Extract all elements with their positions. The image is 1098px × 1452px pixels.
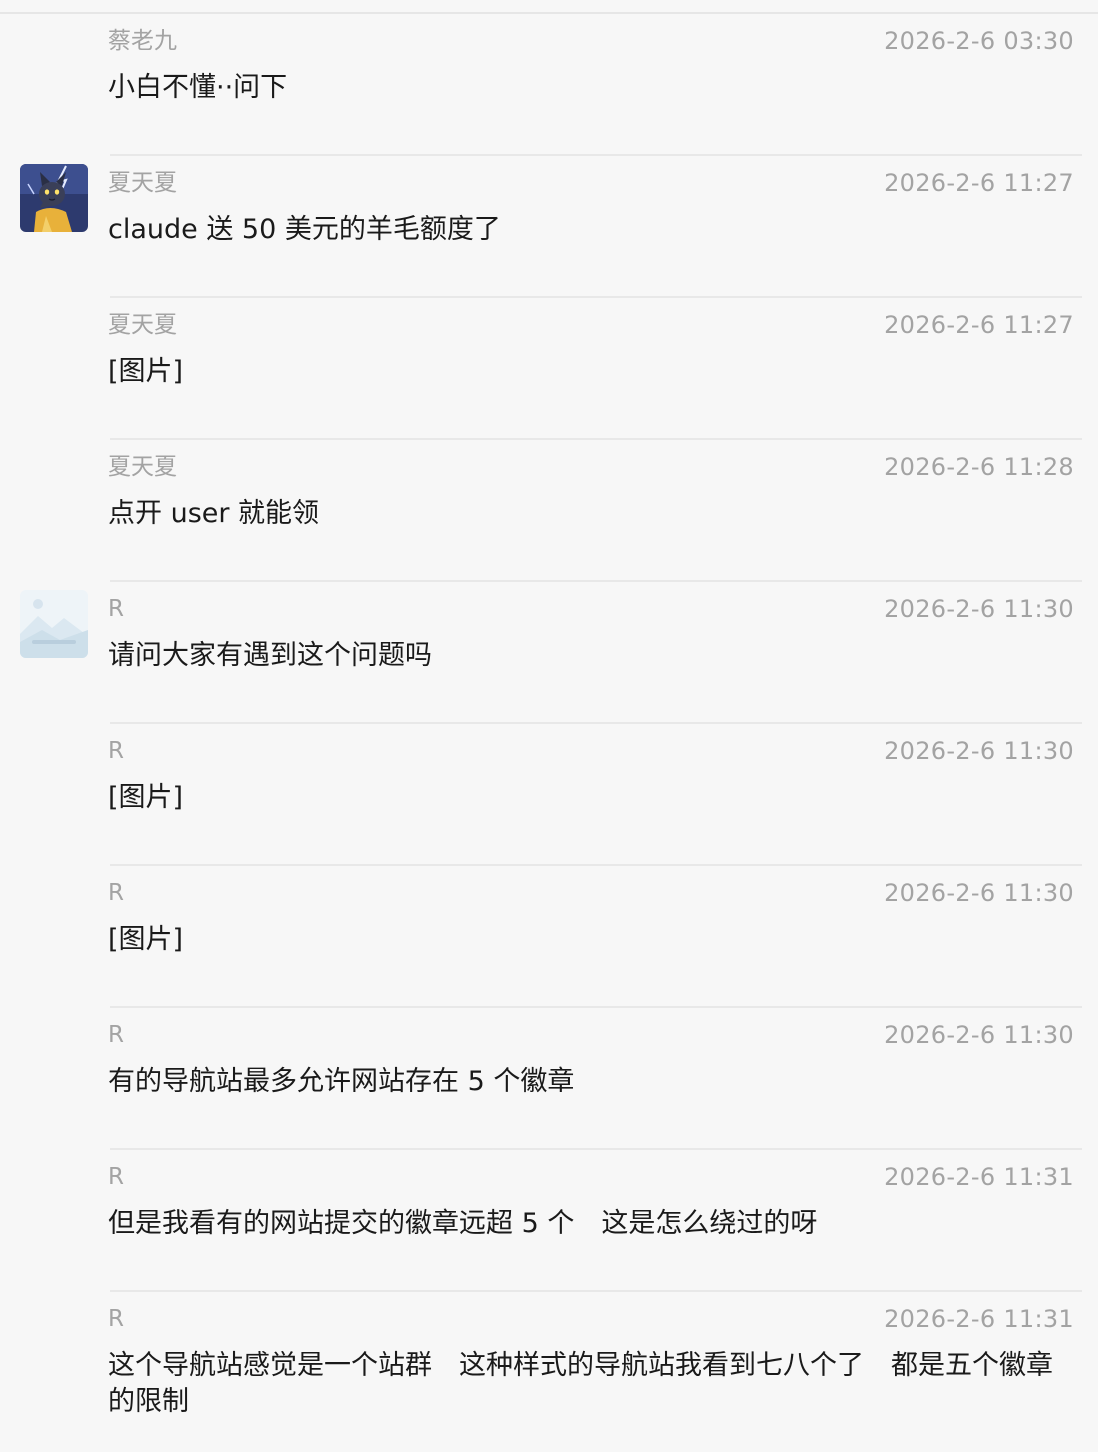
sender-name[interactable]: R: [108, 1020, 124, 1050]
message-item[interactable]: R 2026-2-6 11:30 [图片]: [0, 724, 1098, 866]
sender-name[interactable]: R: [108, 736, 124, 766]
message-item[interactable]: R 2026-2-6 11:30 请问大家有遇到这个问题吗: [0, 582, 1098, 724]
message-item[interactable]: R 2026-2-6 11:30 [图片]: [0, 866, 1098, 1008]
message-time: 2026-2-6 11:27: [884, 311, 1074, 339]
sender-name[interactable]: R: [108, 594, 124, 624]
message-text: 有的导航站最多允许网站存在 5 个徽章: [108, 1066, 575, 1097]
message-time: 2026-2-6 11:30: [884, 737, 1074, 765]
sender-name[interactable]: R: [108, 1304, 124, 1334]
message-image-placeholder[interactable]: [图片]: [108, 780, 1076, 816]
cat-cartoon-avatar[interactable]: [20, 164, 88, 232]
message-text: 这个导航站感觉是一个站群 这种样式的导航站我看到七八个了 都是五个徽章的限制: [108, 1350, 1053, 1417]
message-time: 2026-2-6 11:30: [884, 879, 1074, 907]
message-text: claude 送 50 美元的羊毛额度了: [108, 214, 501, 245]
message-time: 2026-2-6 11:28: [884, 453, 1074, 481]
message-image-placeholder[interactable]: [图片]: [108, 354, 1076, 390]
message-time: 2026-2-6 11:30: [884, 1021, 1074, 1049]
chat-message-list[interactable]: 蔡老九 2026-2-6 03:30 小白不懂··问下 夏天夏 2026-2-6…: [0, 14, 1098, 1452]
message-text: 点开 user 就能领: [108, 498, 320, 529]
sender-name[interactable]: 夏天夏: [108, 452, 177, 482]
sender-name[interactable]: 夏天夏: [108, 168, 177, 198]
message-item[interactable]: R 2026-2-6 11:31 但是我看有的网站提交的徽章远超 5 个 这是怎…: [0, 1150, 1098, 1292]
sender-name[interactable]: R: [108, 1162, 124, 1192]
message-item[interactable]: 夏天夏 2026-2-6 11:28 点开 user 就能领: [0, 440, 1098, 582]
message-time: 2026-2-6 11:30: [884, 595, 1074, 623]
image-placeholder-avatar[interactable]: [20, 590, 88, 658]
sender-name[interactable]: R: [108, 878, 124, 908]
message-item[interactable]: 夏天夏 2026-2-6 11:27 claude 送 50 美元的羊毛额度了: [0, 156, 1098, 298]
message-item[interactable]: 蔡老九 2026-2-6 03:30 小白不懂··问下: [0, 14, 1098, 156]
message-item[interactable]: R 2026-2-6 11:31 这个导航站感觉是一个站群 这种样式的导航站我看…: [0, 1292, 1098, 1452]
message-image-placeholder[interactable]: [图片]: [108, 922, 1076, 958]
message-time: 2026-2-6 11:31: [884, 1163, 1074, 1191]
message-item[interactable]: R 2026-2-6 11:30 有的导航站最多允许网站存在 5 个徽章: [0, 1008, 1098, 1150]
message-item[interactable]: 夏天夏 2026-2-6 11:27 [图片]: [0, 298, 1098, 440]
sender-name[interactable]: 夏天夏: [108, 310, 177, 340]
message-time: 2026-2-6 11:31: [884, 1305, 1074, 1333]
message-text: 请问大家有遇到这个问题吗: [108, 640, 432, 671]
sender-name[interactable]: 蔡老九: [108, 26, 177, 56]
message-text: 但是我看有的网站提交的徽章远超 5 个 这是怎么绕过的呀: [108, 1208, 818, 1239]
message-time: 2026-2-6 11:27: [884, 169, 1074, 197]
message-text: 小白不懂··问下: [108, 72, 288, 103]
message-time: 2026-2-6 03:30: [884, 27, 1074, 55]
